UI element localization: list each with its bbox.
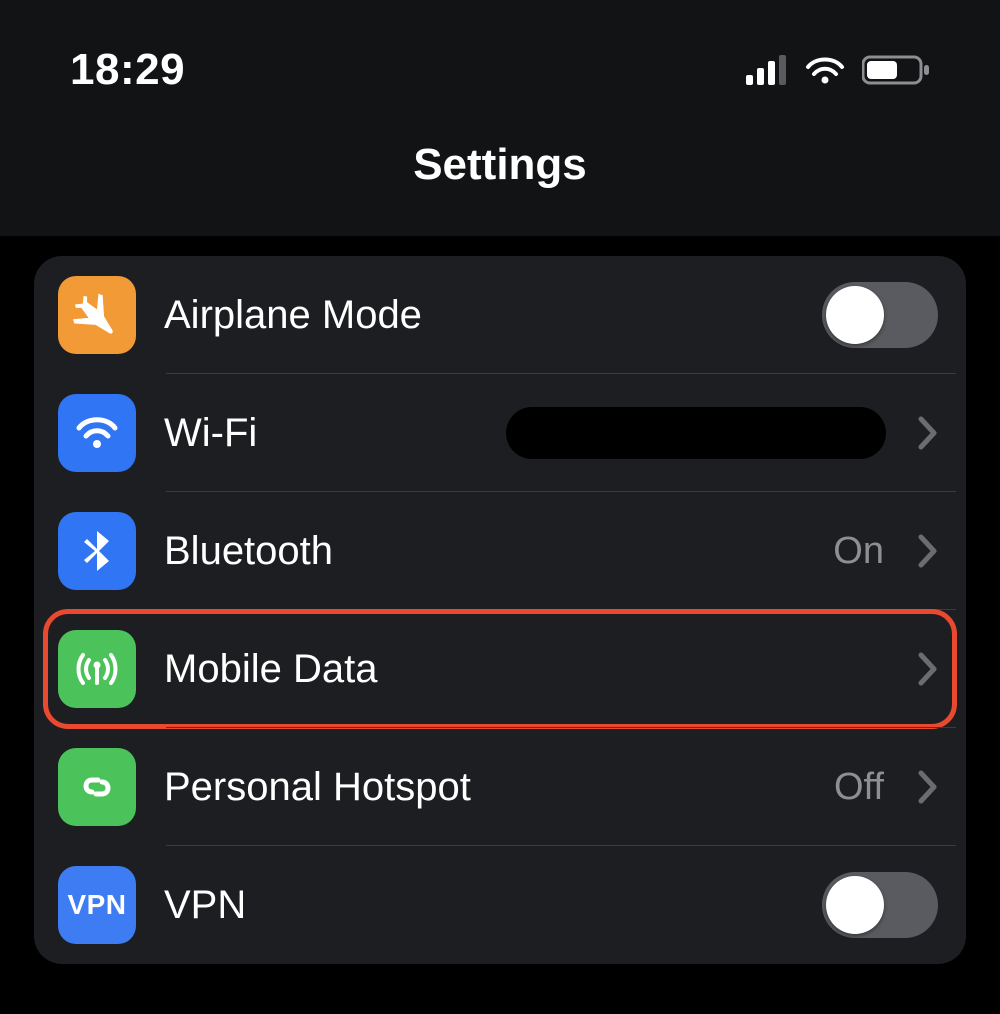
battery-icon (862, 55, 930, 85)
status-icons (746, 55, 930, 85)
row-airplane-mode[interactable]: Airplane Mode (44, 256, 956, 374)
chevron-right-icon (918, 770, 938, 804)
wifi-icon (58, 394, 136, 472)
page-title: Settings (0, 140, 1000, 190)
page-header: Settings (0, 120, 1000, 236)
row-value: On (833, 530, 884, 573)
chevron-right-icon (918, 652, 938, 686)
vpn-icon: VPN (58, 866, 136, 944)
wifi-network-redacted (506, 407, 886, 459)
row-vpn[interactable]: VPN VPN (44, 846, 956, 964)
row-label: Bluetooth (164, 529, 805, 574)
chevron-right-icon (918, 534, 938, 568)
antenna-icon (58, 630, 136, 708)
cellular-signal-icon (746, 55, 788, 85)
row-bluetooth[interactable]: Bluetooth On (44, 492, 956, 610)
link-icon (58, 748, 136, 826)
wifi-status-icon (804, 55, 846, 85)
settings-list: Airplane Mode Wi-Fi Bluetooth On (34, 256, 966, 964)
row-value: Off (834, 766, 884, 809)
clock-time: 18:29 (70, 45, 185, 95)
vpn-toggle[interactable] (822, 872, 938, 938)
row-label: Mobile Data (164, 647, 890, 692)
row-label: Personal Hotspot (164, 765, 806, 810)
row-label: VPN (164, 883, 794, 928)
airplane-icon (58, 276, 136, 354)
chevron-right-icon (918, 416, 938, 450)
row-wifi[interactable]: Wi-Fi (44, 374, 956, 492)
status-bar: 18:29 (0, 0, 1000, 120)
airplane-toggle[interactable] (822, 282, 938, 348)
row-label: Wi-Fi (164, 411, 478, 456)
bluetooth-icon (58, 512, 136, 590)
row-personal-hotspot[interactable]: Personal Hotspot Off (44, 728, 956, 846)
row-mobile-data[interactable]: Mobile Data (44, 610, 956, 728)
row-label: Airplane Mode (164, 293, 794, 338)
